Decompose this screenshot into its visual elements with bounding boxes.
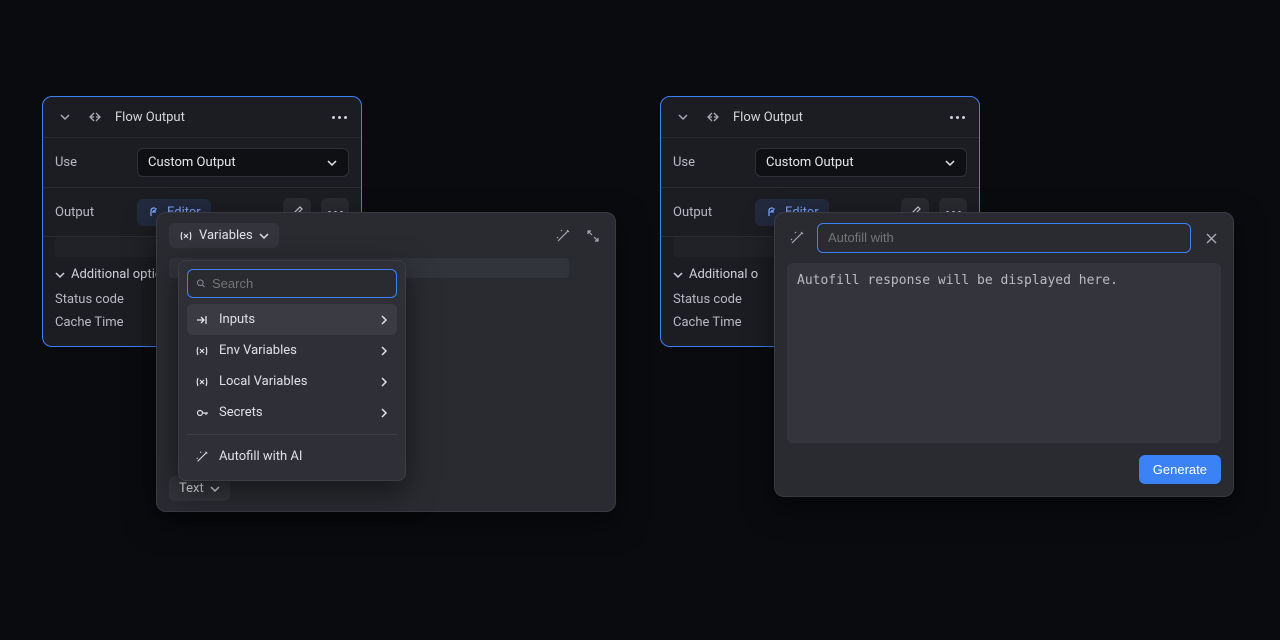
chevron-down-icon <box>326 157 338 169</box>
variables-search[interactable] <box>187 269 397 298</box>
output-label: Output <box>55 205 127 220</box>
card-title: Flow Output <box>733 110 937 125</box>
variable-x-icon <box>195 344 209 358</box>
chevron-right-icon <box>379 377 389 387</box>
variables-dropdown-label: Variables <box>199 228 253 243</box>
generate-button-label: Generate <box>1153 462 1207 477</box>
chevron-right-icon <box>379 408 389 418</box>
caret-down-icon <box>673 270 683 280</box>
use-select[interactable]: Custom Output <box>755 148 967 177</box>
input-arrow-icon <box>195 313 209 327</box>
editor-popover-header: Variables <box>157 213 615 258</box>
variables-dropdown[interactable]: Variables <box>169 223 279 248</box>
flow-node-icon <box>85 107 105 127</box>
output-label: Output <box>673 205 745 220</box>
autofill-footer: Generate <box>775 455 1233 496</box>
flow-node-icon <box>703 107 723 127</box>
card-header: Flow Output <box>43 97 361 138</box>
vars-item-label: Env Variables <box>219 343 369 358</box>
collapse-icon[interactable] <box>55 107 75 127</box>
key-icon <box>195 406 209 420</box>
chevron-down-icon <box>259 231 269 241</box>
autofill-input-wrapper[interactable] <box>817 223 1191 253</box>
variable-x-icon <box>195 375 209 389</box>
autofill-preview-text: Autofill response will be displayed here… <box>797 273 1118 288</box>
close-icon[interactable] <box>1201 228 1221 248</box>
menu-divider <box>187 434 397 435</box>
chevron-down-icon <box>210 484 220 494</box>
vars-item-label: Local Variables <box>219 374 369 389</box>
use-label: Use <box>673 155 745 170</box>
use-row: Use Custom Output <box>43 138 361 188</box>
additional-options-label: Additional o <box>689 267 758 282</box>
chevron-down-icon <box>944 157 956 169</box>
use-row: Use Custom Output <box>661 138 979 188</box>
vars-item-autofill-ai[interactable]: Autofill with AI <box>187 441 397 472</box>
vars-item-label: Secrets <box>219 405 369 420</box>
card-title: Flow Output <box>115 110 319 125</box>
generate-button[interactable]: Generate <box>1139 455 1221 484</box>
output-type-label: Text <box>179 481 204 496</box>
collapse-icon[interactable] <box>673 107 693 127</box>
autofill-header <box>775 213 1233 263</box>
vars-item-secrets[interactable]: Secrets <box>187 397 397 428</box>
use-select-value: Custom Output <box>148 155 236 170</box>
use-select[interactable]: Custom Output <box>137 148 349 177</box>
variables-menu: Inputs Env Variables Local Variables Sec… <box>178 260 406 481</box>
autofill-preview: Autofill response will be displayed here… <box>787 263 1221 443</box>
magic-wand-icon <box>787 228 807 248</box>
magic-wand-icon <box>195 450 209 464</box>
autofill-body: Autofill response will be displayed here… <box>775 263 1233 455</box>
card-more-icon[interactable] <box>329 107 349 127</box>
card-more-icon[interactable] <box>947 107 967 127</box>
caret-down-icon <box>55 270 65 280</box>
vars-item-label: Inputs <box>219 312 369 327</box>
vars-item-env[interactable]: Env Variables <box>187 335 397 366</box>
card-header: Flow Output <box>661 97 979 138</box>
magic-wand-icon[interactable] <box>553 226 573 246</box>
variable-x-icon <box>179 229 193 243</box>
expand-icon[interactable] <box>583 226 603 246</box>
use-label: Use <box>55 155 127 170</box>
chevron-right-icon <box>379 346 389 356</box>
vars-item-label: Autofill with AI <box>219 449 389 464</box>
vars-item-local[interactable]: Local Variables <box>187 366 397 397</box>
autofill-popover: Autofill response will be displayed here… <box>774 212 1234 497</box>
use-select-value: Custom Output <box>766 155 854 170</box>
chevron-right-icon <box>379 315 389 325</box>
variables-search-input[interactable] <box>212 276 388 291</box>
autofill-input[interactable] <box>828 230 1180 245</box>
vars-item-inputs[interactable]: Inputs <box>187 304 397 335</box>
search-icon <box>196 277 206 290</box>
